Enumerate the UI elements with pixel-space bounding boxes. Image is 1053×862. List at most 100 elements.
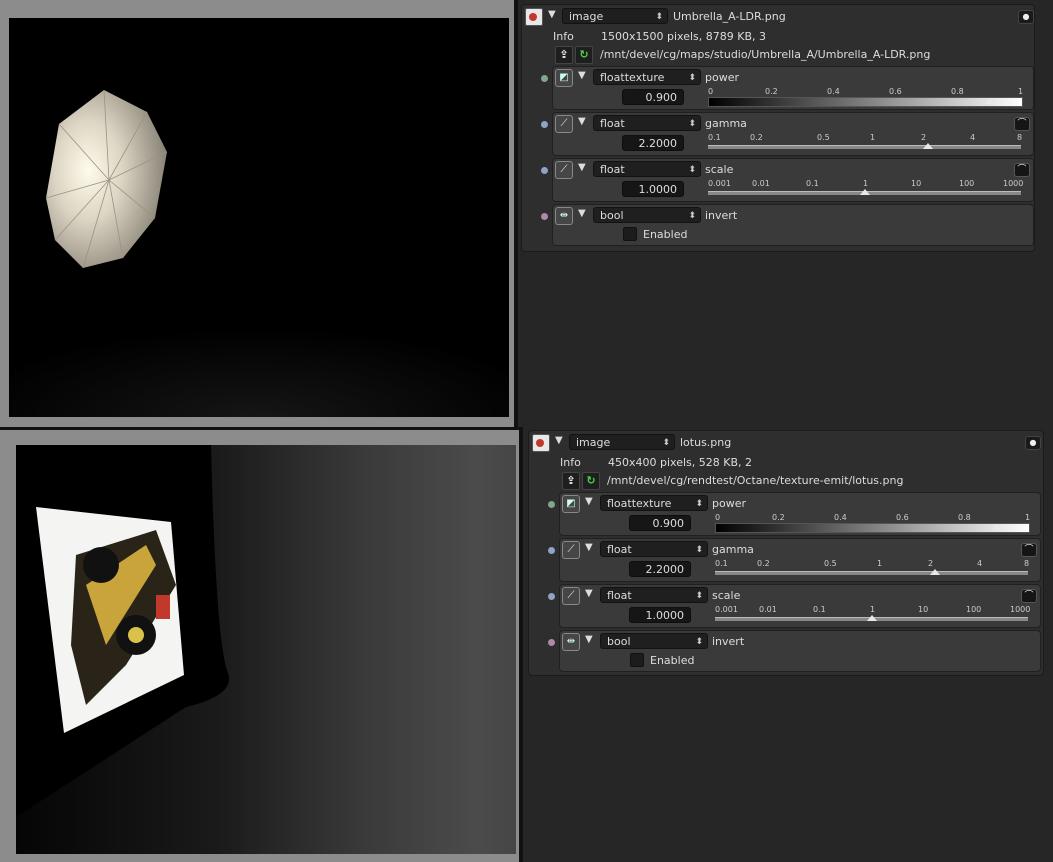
power-tick-label: 0.2 bbox=[765, 87, 778, 96]
scale-slider[interactable]: 0.001 0.01 0.1 1 10 100 1000 bbox=[708, 179, 1024, 199]
bool-icon[interactable]: ⇹ bbox=[562, 633, 580, 651]
pin-power[interactable] bbox=[548, 501, 555, 508]
power-label: power bbox=[705, 71, 739, 84]
gamma-slider-handle[interactable] bbox=[930, 569, 940, 575]
file-path: /mnt/devel/cg/maps/studio/Umbrella_A/Umb… bbox=[600, 48, 931, 61]
power-slider-handle[interactable] bbox=[984, 98, 995, 104]
info-label: Info bbox=[553, 30, 574, 43]
curve-icon[interactable]: ⌒ bbox=[1021, 589, 1037, 603]
scale-slider-handle[interactable] bbox=[860, 189, 870, 195]
invert-type-select[interactable]: bool ⬍ bbox=[593, 207, 701, 223]
pin-gamma[interactable] bbox=[541, 121, 548, 128]
collapse-triangle-icon[interactable]: ▼ bbox=[555, 435, 563, 446]
scale-tick-label: 10 bbox=[911, 179, 922, 188]
invert-checkbox[interactable] bbox=[623, 227, 637, 241]
gamma-type-value: float bbox=[600, 117, 625, 130]
curve-icon[interactable]: ⌒ bbox=[1014, 163, 1030, 177]
gamma-tick-label: 4 bbox=[970, 133, 976, 142]
collapse-triangle-icon[interactable]: ▼ bbox=[578, 116, 586, 127]
gamma-type-select[interactable]: float ⬍ bbox=[600, 541, 708, 557]
combo-arrow-icon: ⬍ bbox=[662, 438, 670, 448]
image-node-icon[interactable] bbox=[532, 434, 550, 452]
pin-gamma[interactable] bbox=[548, 547, 555, 554]
collapse-triangle-icon[interactable]: ▼ bbox=[585, 542, 593, 553]
pin-power[interactable] bbox=[541, 75, 548, 82]
texture-icon[interactable]: ◩ bbox=[555, 69, 573, 87]
pin-scale[interactable] bbox=[548, 593, 555, 600]
scale-tick-label: 0.001 bbox=[715, 605, 738, 614]
gamma-slider[interactable]: 0.1 0.2 0.5 1 2 4 8 bbox=[715, 559, 1031, 579]
info-text: 450x400 pixels, 528 KB, 2 bbox=[608, 456, 752, 469]
splitter-vertical-bottom[interactable] bbox=[519, 430, 523, 862]
float-graph-icon[interactable]: ⟋ bbox=[555, 161, 573, 179]
invert-checkbox[interactable] bbox=[630, 653, 644, 667]
bool-icon[interactable]: ⇹ bbox=[555, 207, 573, 225]
eye-icon[interactable]: ● bbox=[1018, 10, 1034, 24]
power-slider[interactable]: 0 0.2 0.4 0.6 0.8 1 bbox=[708, 87, 1024, 107]
load-file-icon[interactable]: ⇪ bbox=[562, 472, 580, 490]
collapse-triangle-icon[interactable]: ▼ bbox=[585, 634, 593, 645]
collapse-triangle-icon[interactable]: ▼ bbox=[578, 208, 586, 219]
invert-input-group: ⇹ ▼ bool ⬍ invert Enabled bbox=[552, 204, 1034, 246]
render-viewport-top[interactable] bbox=[0, 0, 514, 427]
collapse-triangle-icon[interactable]: ▼ bbox=[548, 9, 556, 20]
gamma-tick-label: 0.1 bbox=[708, 133, 721, 142]
pin-scale[interactable] bbox=[541, 167, 548, 174]
scale-tick-label: 100 bbox=[966, 605, 982, 614]
node-type-value: image bbox=[569, 10, 604, 23]
float-graph-icon[interactable]: ⟋ bbox=[555, 115, 573, 133]
scale-value[interactable]: 1.0000 bbox=[622, 181, 684, 197]
splitter-vertical-top[interactable] bbox=[514, 0, 518, 430]
float-graph-icon[interactable]: ⟋ bbox=[562, 541, 580, 559]
gamma-tick-label: 8 bbox=[1024, 559, 1030, 568]
collapse-triangle-icon[interactable]: ▼ bbox=[585, 496, 593, 507]
power-slider-handle[interactable] bbox=[991, 524, 1002, 530]
collapse-triangle-icon[interactable]: ▼ bbox=[585, 588, 593, 599]
gamma-type-value: float bbox=[607, 543, 632, 556]
reload-icon[interactable]: ↻ bbox=[575, 46, 593, 64]
umbrella-render bbox=[9, 89, 509, 417]
reload-icon[interactable]: ↻ bbox=[582, 472, 600, 490]
scale-type-select[interactable]: float ⬍ bbox=[593, 161, 701, 177]
render-viewport-bottom[interactable] bbox=[0, 430, 519, 862]
combo-arrow-icon: ⬍ bbox=[688, 165, 696, 175]
node-type-select[interactable]: image ⬍ bbox=[562, 8, 668, 24]
node-panel-lotus: ▼ image ⬍ lotus.png ● Info 450x400 pixels… bbox=[528, 430, 1044, 676]
combo-arrow-icon: ⬍ bbox=[688, 119, 696, 129]
pin-invert[interactable] bbox=[548, 639, 555, 646]
scale-tick-label: 0.001 bbox=[708, 179, 731, 188]
gamma-tick-label: 0.2 bbox=[750, 133, 763, 142]
scale-tick-label: 0.01 bbox=[752, 179, 770, 188]
gamma-slider-handle[interactable] bbox=[923, 143, 933, 149]
float-graph-icon[interactable]: ⟋ bbox=[562, 587, 580, 605]
gamma-type-select[interactable]: float ⬍ bbox=[593, 115, 701, 131]
power-value[interactable]: 0.900 bbox=[622, 89, 684, 105]
invert-type-select[interactable]: bool ⬍ bbox=[600, 633, 708, 649]
power-type-select[interactable]: floattexture ⬍ bbox=[600, 495, 708, 511]
pin-invert[interactable] bbox=[541, 213, 548, 220]
gamma-value[interactable]: 2.2000 bbox=[622, 135, 684, 151]
power-tick-label: 1 bbox=[1018, 87, 1024, 96]
scale-value[interactable]: 1.0000 bbox=[629, 607, 691, 623]
image-node-icon[interactable] bbox=[525, 8, 543, 26]
eye-icon[interactable]: ● bbox=[1025, 436, 1041, 450]
gamma-value[interactable]: 2.2000 bbox=[629, 561, 691, 577]
scale-type-select[interactable]: float ⬍ bbox=[600, 587, 708, 603]
scale-tick-label: 1 bbox=[870, 605, 876, 614]
gamma-slider[interactable]: 0.1 0.2 0.5 1 2 4 8 bbox=[708, 133, 1024, 153]
node-type-select[interactable]: image ⬍ bbox=[569, 434, 675, 450]
texture-icon[interactable]: ◩ bbox=[562, 495, 580, 513]
scale-label: scale bbox=[705, 163, 734, 176]
power-type-select[interactable]: floattexture ⬍ bbox=[593, 69, 701, 85]
scale-slider[interactable]: 0.001 0.01 0.1 1 10 100 1000 bbox=[715, 605, 1031, 625]
gamma-tick-label: 2 bbox=[928, 559, 934, 568]
scale-slider-handle[interactable] bbox=[867, 615, 877, 621]
power-slider[interactable]: 0 0.2 0.4 0.6 0.8 1 bbox=[715, 513, 1031, 533]
curve-icon[interactable]: ⌒ bbox=[1014, 117, 1030, 131]
load-file-icon[interactable]: ⇪ bbox=[555, 46, 573, 64]
collapse-triangle-icon[interactable]: ▼ bbox=[578, 162, 586, 173]
power-value[interactable]: 0.900 bbox=[629, 515, 691, 531]
collapse-triangle-icon[interactable]: ▼ bbox=[578, 70, 586, 81]
curve-icon[interactable]: ⌒ bbox=[1021, 543, 1037, 557]
info-text: 1500x1500 pixels, 8789 KB, 3 bbox=[601, 30, 766, 43]
